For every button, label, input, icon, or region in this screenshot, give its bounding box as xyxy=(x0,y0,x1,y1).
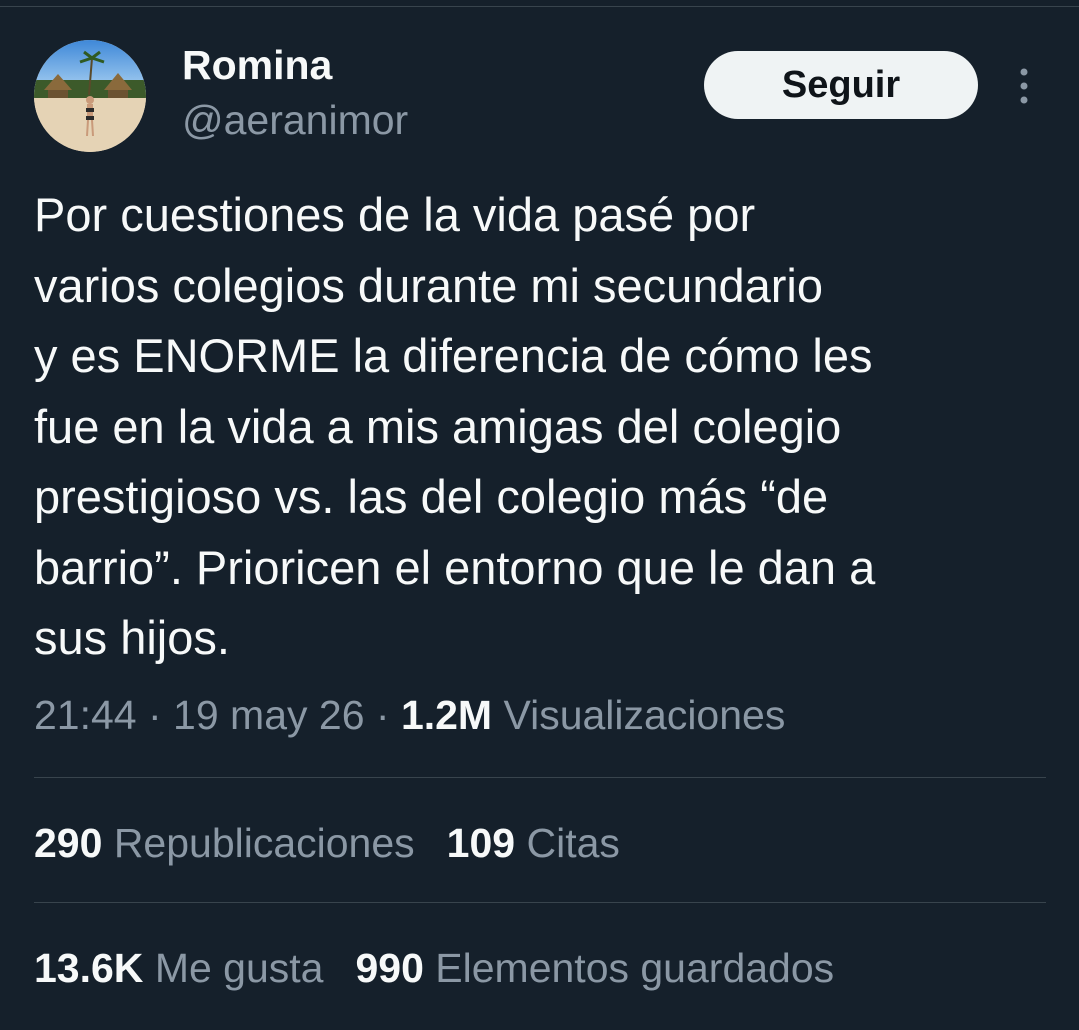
tweet-text-line: barrio”. Prioricen el entorno que le dan… xyxy=(34,540,876,594)
tweet-text-line: varios colegios durante mi secundario xyxy=(34,258,823,312)
views-count: 1.2M xyxy=(400,692,493,738)
quotes-stat[interactable]: 109 Citas xyxy=(447,820,620,867)
likes-count: 13.6K xyxy=(34,945,144,991)
tweet-text: Por cuestiones de la vida pasé por vario… xyxy=(34,180,1054,674)
reposts-stat[interactable]: 290 Republicaciones xyxy=(34,820,415,867)
more-vertical-icon-glyph xyxy=(1020,68,1028,104)
avatar[interactable] xyxy=(34,40,146,152)
user-handle[interactable]: @aeranimor xyxy=(182,97,408,144)
meta-separator: · xyxy=(136,692,174,738)
engagement-row: 290 Republicaciones 109 Citas xyxy=(34,820,652,867)
bookmarks-count: 990 xyxy=(355,945,424,991)
more-vertical-icon[interactable] xyxy=(1008,64,1040,108)
tweet-text-line: sus hijos. xyxy=(34,611,230,664)
engagement-row: 13.6K Me gusta 990 Elementos guardados xyxy=(34,945,866,992)
tweet-text-line: y es ENORME la diferencia de cómo les xyxy=(34,329,873,382)
quotes-count: 109 xyxy=(446,820,516,866)
quotes-label: Citas xyxy=(515,820,620,866)
divider xyxy=(34,777,1046,778)
likes-label: Me gusta xyxy=(143,945,324,991)
bookmarks-label: Elementos guardados xyxy=(423,945,835,991)
user-display-name[interactable]: Romina xyxy=(182,42,332,89)
reposts-label: Republicaciones xyxy=(102,820,415,866)
bookmarks-stat[interactable]: 990 Elementos guardados xyxy=(355,945,834,992)
reposts-count: 290 xyxy=(34,820,103,866)
views-label: Visualizaciones xyxy=(492,692,786,738)
tweet-time[interactable]: 21:44 xyxy=(34,692,137,738)
top-divider xyxy=(0,6,1079,7)
tweet-text-line: Por cuestiones de la vida pasé por xyxy=(34,188,756,241)
tweet-meta: 21:44 · 19 may 26 · 1.2M Visualizaciones xyxy=(34,692,785,739)
tweet-date[interactable]: 19 may 26 xyxy=(173,692,364,738)
follow-button[interactable]: Seguir xyxy=(704,51,978,119)
meta-separator: · xyxy=(364,692,401,738)
avatar-image xyxy=(34,40,146,152)
tweet-text-line: prestigioso vs. las del colegio más “de xyxy=(34,470,829,523)
divider xyxy=(34,902,1046,903)
likes-stat[interactable]: 13.6K Me gusta xyxy=(34,945,323,992)
tweet-text-line: fue en la vida a mis amigas del colegio xyxy=(34,399,842,453)
